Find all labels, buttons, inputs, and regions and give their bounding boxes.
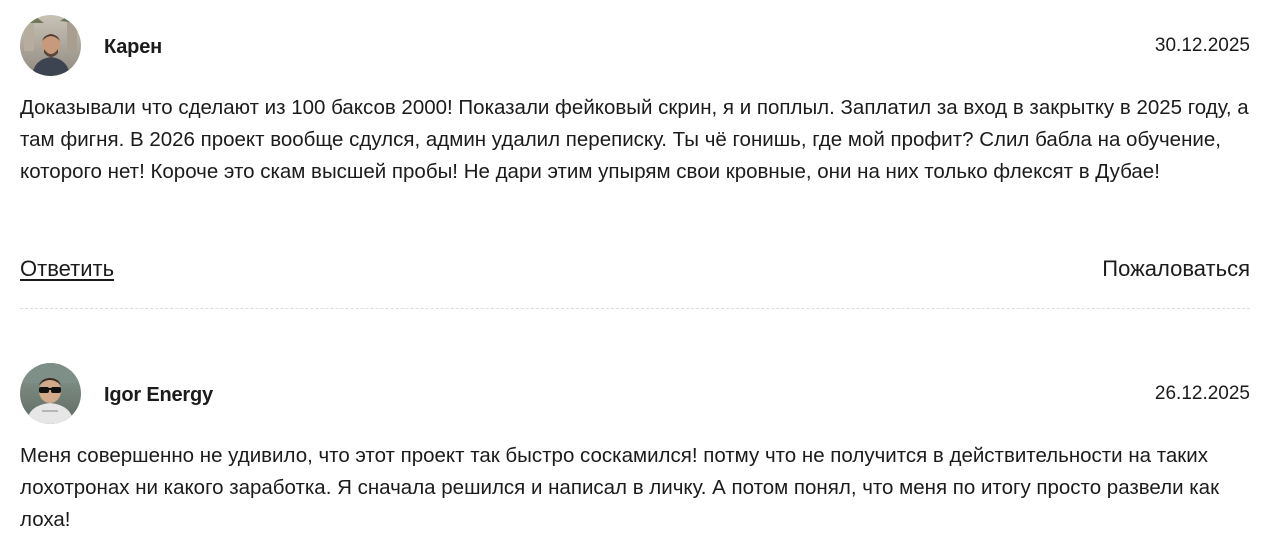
comment-date: 26.12.2025 <box>1154 383 1250 404</box>
comment-text: Меня совершенно не удивило, что этот про… <box>20 444 1220 531</box>
comment-author: Карен <box>104 36 162 58</box>
comment-item: Карен 30.12.2025 Доказывали что сделают … <box>20 0 1250 320</box>
comment-header: Igor Energy 26.12.2025 <box>20 348 1250 424</box>
avatar <box>20 15 81 76</box>
comment-text: Доказывали что сделают из 100 баксов 200… <box>20 96 1249 183</box>
comment-header: Карен 30.12.2025 <box>20 0 1250 76</box>
comment-item: Igor Energy 26.12.2025 Меня совершенно н… <box>20 348 1250 548</box>
comment-author: Igor Energy <box>104 384 213 406</box>
user-photo-avatar-icon <box>20 363 81 424</box>
reply-link[interactable]: Ответить <box>20 256 114 282</box>
report-link[interactable]: Пожаловаться <box>1102 256 1250 282</box>
comment-divider <box>20 308 1250 309</box>
avatar <box>20 363 81 424</box>
user-photo-avatar-icon <box>20 15 81 76</box>
comment-actions: Ответить Пожаловаться <box>20 256 1250 290</box>
comment-date: 30.12.2025 <box>1154 35 1250 56</box>
